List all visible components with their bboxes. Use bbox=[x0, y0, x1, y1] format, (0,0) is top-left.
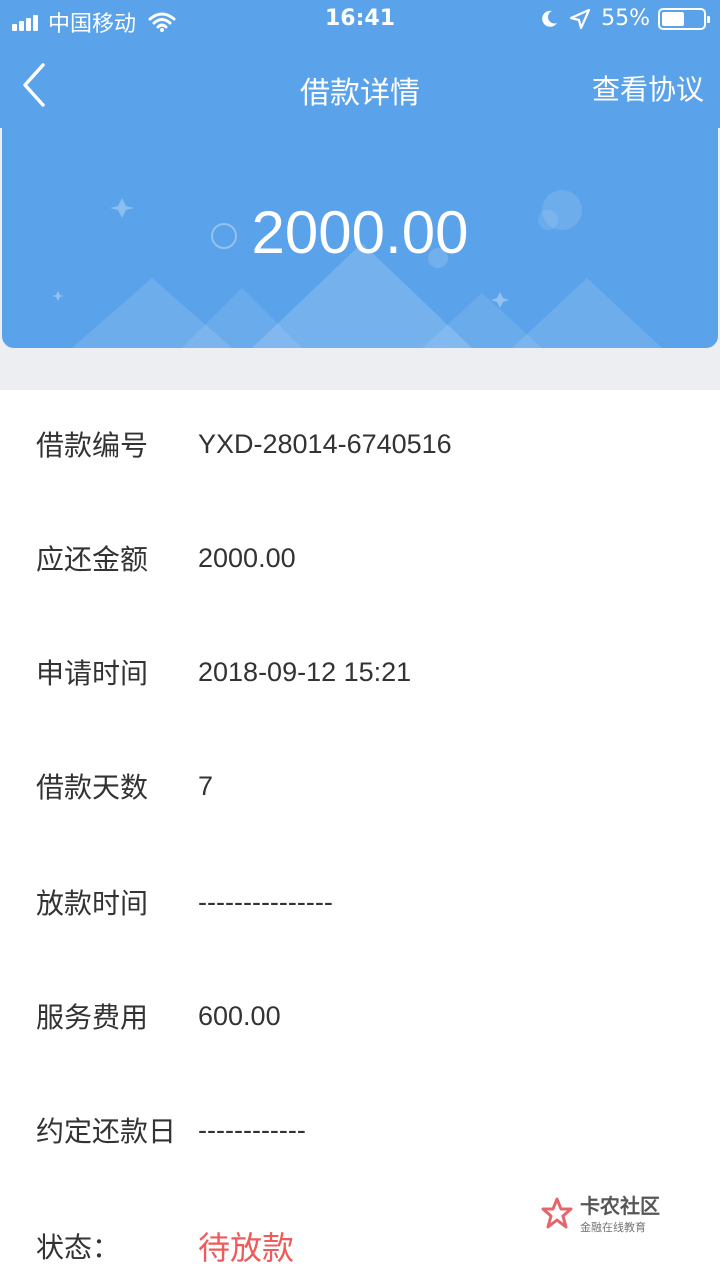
detail-value: 2018-09-12 15:21 bbox=[198, 656, 412, 687]
moon-icon bbox=[542, 10, 558, 27]
detail-row-service-fee: 服务费用 600.00 bbox=[0, 986, 720, 1046]
detail-label: 应还金额 bbox=[36, 543, 149, 576]
hero-section: 2000.00 bbox=[0, 128, 720, 390]
detail-row-apply-time: 申请时间 2018-09-12 15:21 bbox=[0, 642, 720, 702]
detail-label: 借款天数 bbox=[36, 771, 149, 804]
detail-row-due-date: 约定还款日 ------------ bbox=[0, 1100, 720, 1160]
detail-label: 借款编号 bbox=[36, 429, 149, 462]
status-right: 55% bbox=[539, 6, 710, 31]
status-bar: 中国移动 16:41 55% bbox=[0, 0, 720, 40]
watermark-subtitle: 金融在线教育 bbox=[580, 1221, 646, 1234]
detail-value: 7 bbox=[198, 770, 214, 801]
detail-row-loan-days: 借款天数 7 bbox=[0, 756, 720, 816]
amount-card: 2000.00 bbox=[2, 128, 718, 348]
detail-value: 2000.00 bbox=[198, 542, 296, 573]
status-label: 状态： bbox=[36, 1231, 121, 1264]
nav-bar: 借款详情 查看协议 bbox=[0, 40, 720, 128]
detail-row-repay-amount: 应还金额 2000.00 bbox=[0, 528, 720, 588]
detail-label: 申请时间 bbox=[36, 657, 149, 690]
view-agreement-link[interactable]: 查看协议 bbox=[592, 68, 704, 108]
detail-value: ------------ bbox=[198, 1114, 306, 1145]
battery-icon bbox=[658, 7, 710, 30]
location-icon bbox=[569, 8, 591, 29]
watermark-logo-icon bbox=[541, 1197, 573, 1228]
detail-value: --------------- bbox=[198, 886, 333, 917]
detail-value: YXD-28014-6740516 bbox=[198, 428, 452, 459]
battery-fill bbox=[662, 11, 684, 26]
watermark-title: 卡农社区 bbox=[580, 1194, 660, 1218]
status-badge: 待放款 bbox=[198, 1230, 295, 1266]
detail-label: 约定还款日 bbox=[36, 1115, 177, 1148]
detail-value: 600.00 bbox=[198, 1000, 281, 1031]
loan-details: 借款编号 YXD-28014-6740516 应还金额 2000.00 申请时间… bbox=[0, 390, 720, 1280]
detail-row-loan-number: 借款编号 YXD-28014-6740516 bbox=[0, 414, 720, 474]
detail-label: 服务费用 bbox=[36, 1001, 149, 1034]
detail-row-disburse-time: 放款时间 --------------- bbox=[0, 872, 720, 932]
watermark: 卡农社区 金融在线教育 bbox=[540, 1190, 660, 1235]
battery-percent: 55% bbox=[601, 6, 650, 31]
watermark-text: 卡农社区 金融在线教育 bbox=[580, 1190, 660, 1235]
loan-amount: 2000.00 bbox=[251, 199, 469, 266]
detail-label: 放款时间 bbox=[36, 887, 149, 920]
